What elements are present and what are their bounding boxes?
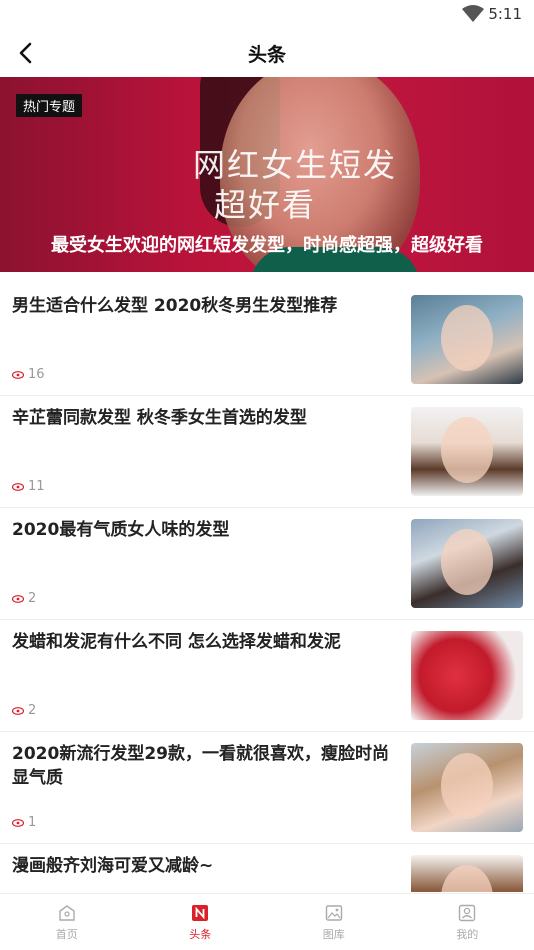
article-item[interactable]: 2020最有气质女人味的发型 2 xyxy=(0,508,534,620)
featured-banner[interactable]: 热门专题 网红女生短发 超好看 最受女生欢迎的网红短发发型，时尚感超强，超级好看 xyxy=(0,77,534,272)
bottom-tab-bar: 首页 头条 图库 我的 xyxy=(0,893,534,950)
tab-label: 头条 xyxy=(189,928,211,941)
view-count-value: 2 xyxy=(28,591,36,606)
tab-label: 我的 xyxy=(456,928,478,941)
view-count: 2 xyxy=(12,703,36,718)
view-count-value: 1 xyxy=(28,815,36,830)
eye-icon xyxy=(12,595,24,603)
article-list: 男生适合什么发型 2020秋冬男生发型推荐 16 辛芷蕾同款发型 秋冬季女生首选… xyxy=(0,284,534,892)
hot-topic-badge: 热门专题 xyxy=(16,94,82,117)
news-icon xyxy=(190,903,210,923)
banner-headline-2: 超好看 xyxy=(165,180,365,226)
eye-icon xyxy=(12,707,24,715)
profile-icon xyxy=(457,903,477,923)
view-count: 1 xyxy=(12,815,36,830)
view-count-value: 16 xyxy=(28,367,45,382)
wifi-icon xyxy=(462,5,484,23)
eye-icon xyxy=(12,819,24,827)
tab-profile[interactable]: 我的 xyxy=(401,894,534,950)
article-item[interactable]: 发蜡和发泥有什么不同 怎么选择发蜡和发泥 2 xyxy=(0,620,534,732)
article-item[interactable]: 漫画般齐刘海可爱又减龄~ xyxy=(0,844,534,892)
tab-label: 首页 xyxy=(56,928,78,941)
page-title: 头条 xyxy=(0,40,534,67)
article-item[interactable]: 男生适合什么发型 2020秋冬男生发型推荐 16 xyxy=(0,284,534,396)
gallery-icon xyxy=(324,903,344,923)
status-time: 5:11 xyxy=(488,5,522,23)
article-thumbnail xyxy=(411,855,523,892)
tab-gallery[interactable]: 图库 xyxy=(267,894,401,950)
eye-icon xyxy=(12,483,24,491)
tab-news[interactable]: 头条 xyxy=(134,894,268,950)
article-item[interactable]: 2020新流行发型29款，一看就很喜欢，瘦脸时尚显气质 1 xyxy=(0,732,534,844)
view-count: 11 xyxy=(12,479,45,494)
eye-icon xyxy=(12,371,24,379)
article-thumbnail xyxy=(411,631,523,720)
tab-label: 图库 xyxy=(323,928,345,941)
article-title: 男生适合什么发型 2020秋冬男生发型推荐 xyxy=(12,294,397,318)
view-count: 16 xyxy=(12,367,45,382)
article-title: 漫画般齐刘海可爱又减龄~ xyxy=(12,854,397,878)
article-thumbnail xyxy=(411,519,523,608)
tab-home[interactable]: 首页 xyxy=(0,894,134,950)
view-count-value: 2 xyxy=(28,703,36,718)
article-thumbnail xyxy=(411,743,523,832)
view-count: 2 xyxy=(12,591,36,606)
article-title: 2020最有气质女人味的发型 xyxy=(12,518,397,542)
article-thumbnail xyxy=(411,295,523,384)
article-title: 辛芷蕾同款发型 秋冬季女生首选的发型 xyxy=(12,406,397,430)
article-item[interactable]: 辛芷蕾同款发型 秋冬季女生首选的发型 11 xyxy=(0,396,534,508)
article-title: 2020新流行发型29款，一看就很喜欢，瘦脸时尚显气质 xyxy=(12,742,397,790)
banner-caption: 最受女生欢迎的网红短发发型，时尚感超强，超级好看 xyxy=(0,231,534,257)
article-title: 发蜡和发泥有什么不同 怎么选择发蜡和发泥 xyxy=(12,630,397,654)
header: 头条 xyxy=(0,30,534,76)
article-thumbnail xyxy=(411,407,523,496)
home-icon xyxy=(57,903,77,923)
view-count-value: 11 xyxy=(28,479,45,494)
status-bar: 5:11 xyxy=(0,0,534,30)
